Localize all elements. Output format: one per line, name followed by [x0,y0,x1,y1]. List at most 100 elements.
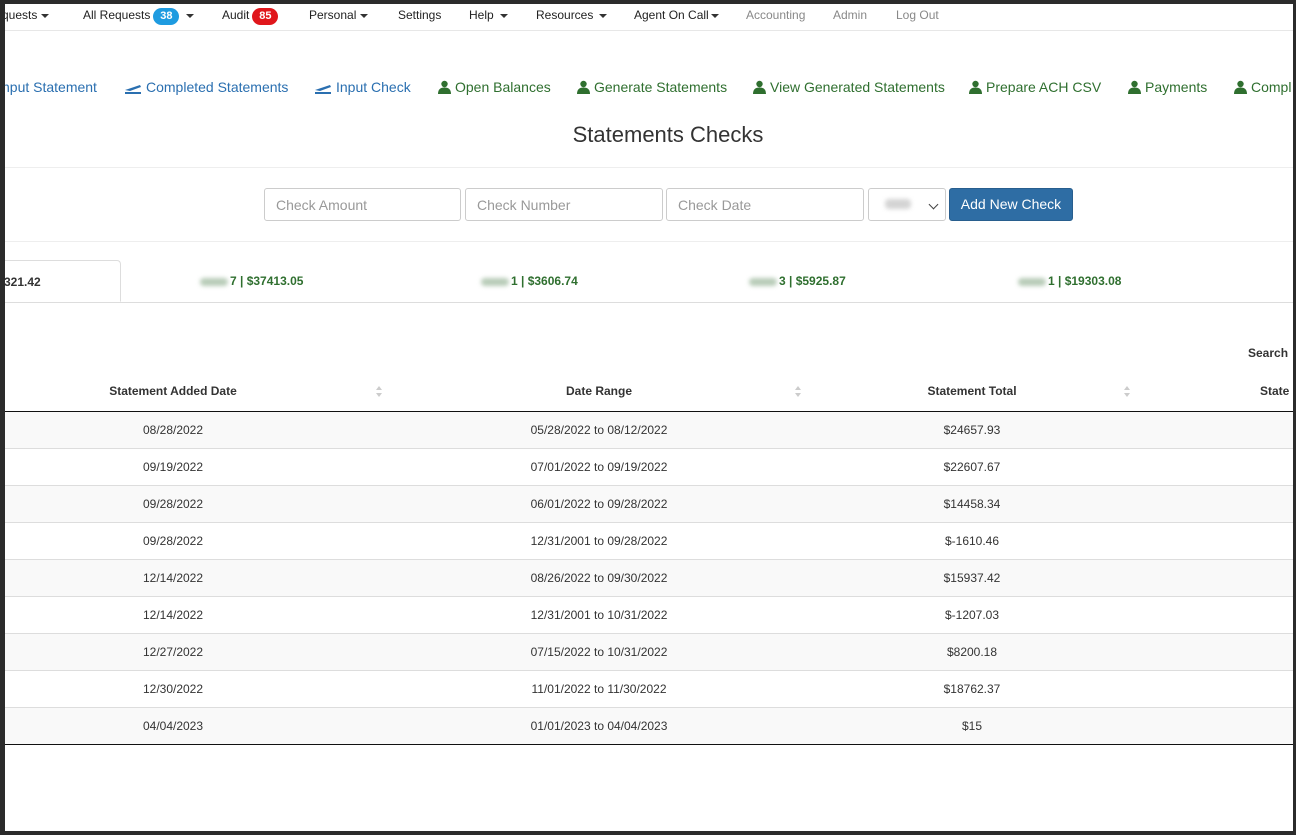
cell-statement-total: $22607.67 [943,460,1001,474]
nav-admin[interactable]: Admin [833,7,867,23]
nav-audit-label: Audit [222,8,250,22]
redacted-name [1018,277,1046,286]
table-row[interactable]: 08/28/2022 05/28/2022 to 08/12/2022 $24657… [5,412,1293,449]
tab-agent[interactable]: 1 | $19303.08 [1018,260,1121,302]
nav-requests-label: quests [5,8,38,22]
cell-date-range: 07/01/2022 to 09/19/2022 [530,460,668,474]
chevron-down-icon [599,13,608,18]
page-title: Statements Checks [572,122,764,147]
table-row[interactable]: 12/14/2022 12/31/2001 to 10/31/2022 $-1207… [5,597,1293,634]
tab-agent[interactable]: 7 | $37413.05 [200,260,303,302]
nav-help[interactable]: Help [469,7,508,23]
nav-personal[interactable]: Personal [309,7,369,23]
subnav-input-statement[interactable]: nput Statement [5,77,97,97]
all-requests-count-badge: 38 [153,8,180,25]
cell-added-date: 12/30/2022 [142,682,204,696]
tab-label: 1 | $19303.08 [1048,274,1122,288]
cell-date-range: 05/28/2022 to 08/12/2022 [530,423,668,437]
subnav-label: Generate Statements [594,79,728,95]
app-window: quests All Requests 38 Audit 85 Personal S… [5,4,1293,831]
statements-table-body: 08/28/2022 05/28/2022 to 08/12/2022 $24657… [5,412,1293,745]
nav-resources[interactable]: Resources [536,7,608,23]
table-row[interactable]: 12/27/2022 07/15/2022 to 10/31/2022 $8200.… [5,634,1293,671]
cell-statement-total: $18762.37 [943,682,1001,696]
user-icon [753,80,766,94]
subnav-label: View Generated Statements [770,79,945,95]
nav-logout[interactable]: Log Out [896,7,939,23]
table-row[interactable]: 12/14/2022 08/26/2022 to 09/30/2022 $15937… [5,560,1293,597]
subnav-completed-statements[interactable]: Completed Statements [124,77,288,97]
table-row[interactable]: 09/28/2022 12/31/2001 to 09/28/2022 $-1610… [5,523,1293,560]
table-row[interactable]: 04/04/2023 01/01/2023 to 04/04/2023 $15 [5,708,1293,745]
chevron-down-icon [710,13,719,18]
column-header-date-range[interactable]: Date Range [399,374,799,411]
user-icon [577,80,590,94]
cell-statement-total: $14458.34 [943,497,1001,511]
plane-icon [125,85,141,94]
table-row[interactable]: 09/28/2022 06/01/2022 to 09/28/2022 $14458… [5,486,1293,523]
sort-icon[interactable] [795,386,801,400]
tab-active[interactable]: 321.42 [5,260,121,302]
check-number-input[interactable] [465,188,663,221]
plane-icon [315,85,331,94]
search-label: Search [1248,346,1289,360]
nav-all-requests[interactable]: All Requests 38 [83,7,195,25]
column-header-added-date[interactable]: Statement Added Date [5,374,341,411]
user-icon [1128,80,1141,94]
top-navbar: quests All Requests 38 Audit 85 Personal S… [5,4,1293,31]
add-new-check-button[interactable]: Add New Check [949,188,1073,221]
cell-added-date: 08/28/2022 [142,423,204,437]
subnav-input-check[interactable]: Input Check [314,77,411,97]
cell-added-date: 12/27/2022 [142,645,204,659]
tab-label: 321.42 [5,275,41,289]
nav-agent-on-call[interactable]: Agent On Call [634,7,719,23]
nav-settings[interactable]: Settings [398,7,441,23]
column-header-statement-total[interactable]: Statement Total [821,374,1123,411]
nav-all-requests-label: All Requests [83,8,151,22]
cell-statement-total: $24657.93 [943,423,1001,437]
subnav-open-balances[interactable]: Open Balances [438,77,551,97]
subnav-payments[interactable]: Payments [1128,77,1207,97]
subnav-label: Payments [1145,79,1208,95]
tab-agent[interactable]: 3 | $5925.87 [749,260,846,302]
subnav-completed[interactable]: Compl [1234,77,1291,97]
subnav-label: Compl [1251,79,1292,95]
subnav-generate-statements[interactable]: Generate Statements [577,77,727,97]
cell-statement-total: $-1207.03 [944,608,1000,622]
cell-date-range: 01/01/2023 to 04/04/2023 [530,719,668,733]
table-row[interactable]: 09/19/2022 07/01/2022 to 09/19/2022 $22607… [5,449,1293,486]
subnav-label: Prepare ACH CSV [986,79,1102,95]
cell-statement-total: $15 [961,719,983,733]
subnav-prepare-ach-csv[interactable]: Prepare ACH CSV [969,77,1101,97]
table-row[interactable]: 12/30/2022 11/01/2022 to 11/30/2022 $18762… [5,671,1293,708]
cell-added-date: 09/28/2022 [142,497,204,511]
nav-requests[interactable]: quests [5,7,50,23]
redacted-value [885,199,911,209]
user-icon [438,80,451,94]
tab-label: 1 | $3606.74 [511,274,578,288]
agent-select[interactable] [868,188,946,221]
redacted-name [200,277,228,286]
chevron-down-icon [928,199,939,210]
nav-accounting[interactable]: Accounting [746,7,805,23]
chevron-down-icon [41,13,50,18]
cell-added-date: 12/14/2022 [142,608,204,622]
subnav-view-generated-statements[interactable]: View Generated Statements [753,77,945,97]
subnav-label: Completed Statements [146,79,289,95]
cell-date-range: 11/01/2022 to 11/30/2022 [531,682,667,696]
sub-navbar: nput Statement Completed Statements Inpu… [5,77,1293,97]
sort-icon[interactable] [1124,386,1130,400]
user-icon [1234,80,1247,94]
chevron-down-icon [499,13,508,18]
check-date-input[interactable] [666,188,864,221]
chevron-down-icon [360,13,369,18]
agent-tabs: 321.42 7 | $37413.05 1 | $3606.74 3 | $5… [5,260,1293,303]
redacted-name [749,277,777,286]
check-amount-input[interactable] [264,188,461,221]
sort-icon[interactable] [376,386,382,400]
cell-added-date: 04/04/2023 [142,719,204,733]
tab-agent[interactable]: 1 | $3606.74 [481,260,578,302]
cell-added-date: 09/19/2022 [142,460,204,474]
nav-audit[interactable]: Audit 85 [222,7,279,25]
column-header-state[interactable]: State [1260,374,1289,411]
